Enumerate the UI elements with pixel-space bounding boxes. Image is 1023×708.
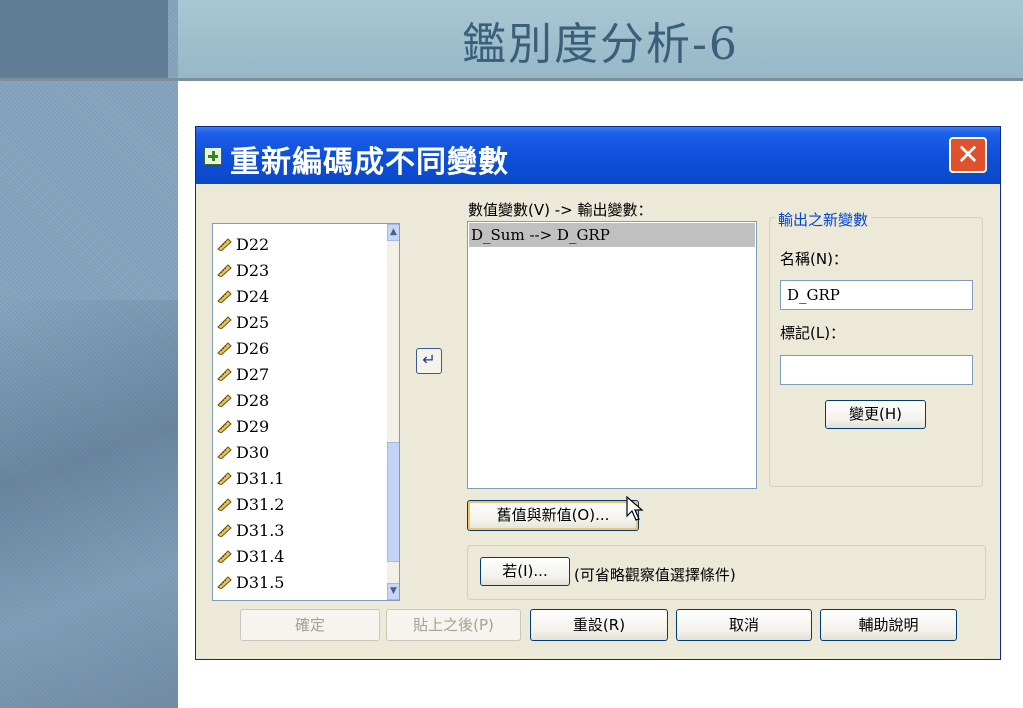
slide-corner-block [0,0,168,80]
variable-list-item[interactable]: D31.4 [217,544,367,570]
variable-name: D23 [236,261,270,280]
if-note: (可省略觀察值選擇條件) [574,566,736,584]
recode-dialog: 重新編碼成不同變數 ✕ D22 D23 D24 D25 D26 D27 D28 D29 D30 D… [195,126,1001,660]
variable-list-item[interactable]: D31.2 [217,492,367,518]
slide-title: 鑑別度分析-6 [462,19,739,70]
slide-left-shade [0,300,178,708]
ruler-icon [217,238,232,251]
ruler-icon [217,316,232,329]
chevron-up-icon: ▲ [390,227,397,237]
cancel-button[interactable]: 取消 [676,609,812,641]
if-button[interactable]: 若(I)... [480,557,570,586]
variable-list-item[interactable]: D29 [217,414,367,440]
variable-name: D27 [236,365,270,384]
variable-name: D26 [236,339,270,358]
output-group-legend: 輸出之新變數 [775,209,872,230]
ruler-icon [217,290,232,303]
old-new-values-button[interactable]: 舊值與新值(O)... [467,500,639,531]
variable-list-item[interactable]: D23 [217,258,367,284]
close-icon: ✕ [956,138,980,171]
name-label: 名稱(N)： [780,250,848,268]
close-button[interactable]: ✕ [949,137,987,173]
name-field[interactable]: D_GRP [780,280,973,310]
slide-left-decoration [0,0,178,708]
scroll-up-button[interactable]: ▲ [387,224,399,241]
variable-name: D25 [236,313,270,332]
ok-button[interactable]: 確定 [240,609,380,641]
ruler-icon [217,420,232,433]
variable-list-item[interactable]: D24 [217,284,367,310]
label-label: 標記(L)： [780,324,846,342]
ruler-icon [217,264,232,277]
mapping-listbox[interactable]: D_Sum --> D_GRP [467,221,757,489]
variable-name: D31.5 [236,573,285,592]
ruler-icon [217,342,232,355]
variable-name: D28 [236,391,270,410]
variable-list-item[interactable]: D26 [217,336,367,362]
mapping-row[interactable]: D_Sum --> D_GRP [469,223,755,247]
variable-name: D31.4 [236,547,285,566]
ruler-icon [217,498,232,511]
variable-list-item[interactable]: D31.5 [217,570,367,596]
variable-name: D29 [236,417,270,436]
ruler-icon [217,394,232,407]
scroll-thumb[interactable] [387,442,399,562]
variable-listbox[interactable]: D22 D23 D24 D25 D26 D27 D28 D29 D30 D31.1 D31.2 D31… [212,223,400,601]
reset-button[interactable]: 重設(R) [530,609,668,641]
variable-name: D31.1 [236,469,285,488]
ruler-icon [217,550,232,563]
label-field[interactable] [780,355,973,385]
change-button[interactable]: 變更(H) [825,400,926,429]
variable-list-item[interactable]: D27 [217,362,367,388]
ruler-icon [217,368,232,381]
help-button[interactable]: 輔助說明 [820,609,957,641]
variable-name: D30 [236,443,270,462]
variable-name: D31.3 [236,521,285,540]
dialog-app-icon [204,147,222,165]
variable-list-item[interactable]: D31.1 [217,466,367,492]
slide-header-divider [0,78,1023,81]
ruler-icon [217,472,232,485]
variable-list-item[interactable]: D30 [217,440,367,466]
variable-name: D31.2 [236,495,285,514]
mapping-label: 數值變數(V) -> 輸出變數： [468,201,653,219]
dialog-titlebar[interactable]: 重新編碼成不同變數 ✕ [196,127,1000,184]
paste-button[interactable]: 貼上之後(P) [386,609,521,641]
ruler-icon [217,446,232,459]
variable-list-item[interactable]: D25 [217,310,367,336]
arrow-left-icon: ↵ [422,350,436,369]
variable-list-item[interactable]: D28 [217,388,367,414]
variable-list-scrollbar[interactable]: ▲ ▼ [387,224,399,600]
mouse-cursor-icon [626,496,644,521]
move-variable-button[interactable]: ↵ [416,348,442,374]
variable-name: D24 [236,287,270,306]
variable-list-item[interactable]: D31.3 [217,518,367,544]
dialog-title: 重新編碼成不同變數 [230,145,509,180]
scroll-down-button[interactable]: ▼ [387,583,399,600]
variable-list-item[interactable]: D22 [217,232,367,258]
ruler-icon [217,524,232,537]
chevron-down-icon: ▼ [390,586,397,596]
ruler-icon [217,576,232,589]
variable-name: D22 [236,235,270,254]
